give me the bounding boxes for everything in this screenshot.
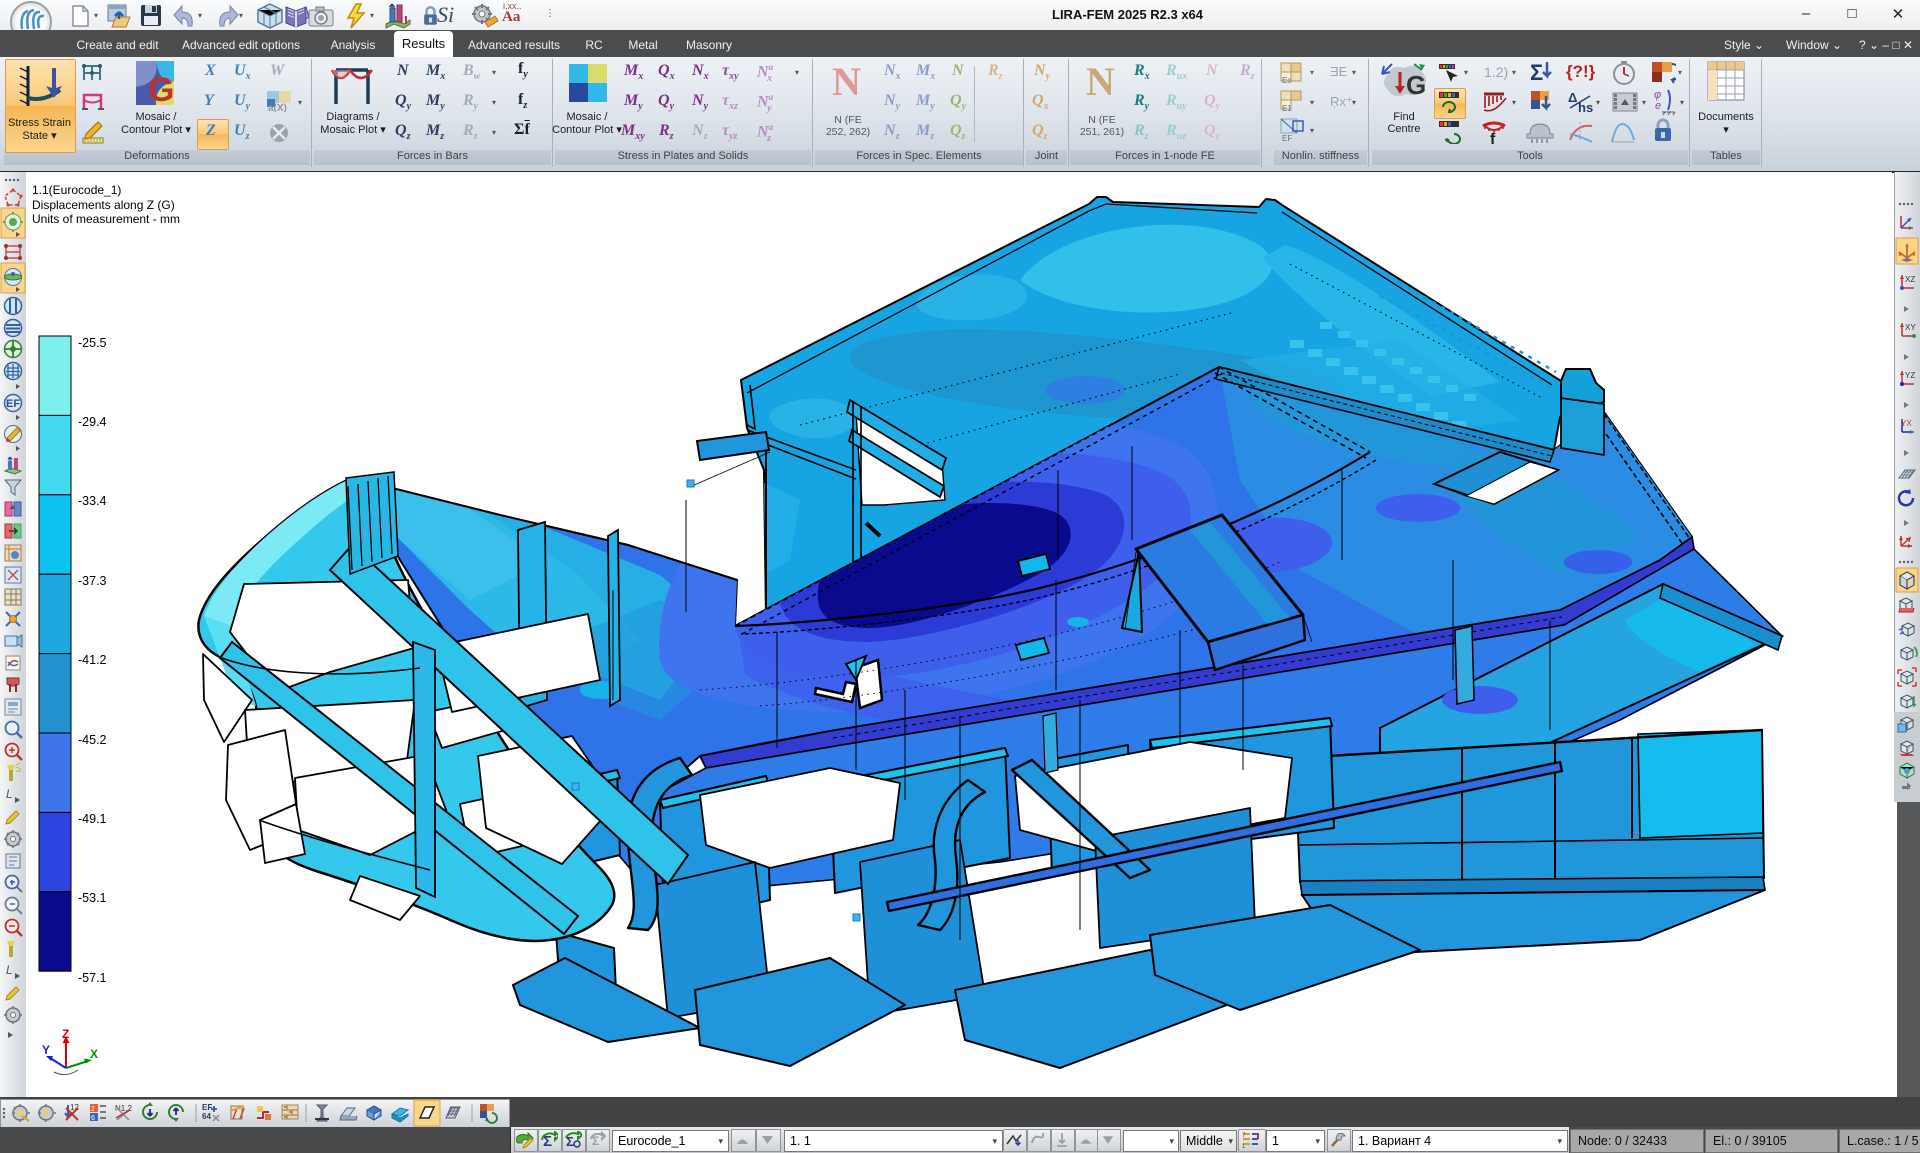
svg-text:-29.4: -29.4 <box>78 415 107 429</box>
svg-text:2: 2 <box>91 1106 95 1113</box>
svg-text:64: 64 <box>202 1112 211 1121</box>
svg-text:-25.5: -25.5 <box>78 336 107 350</box>
svg-text:EF: EF <box>6 398 20 410</box>
svg-text:G: G <box>148 71 174 107</box>
svg-text:e: e <box>1655 100 1661 112</box>
svg-text:-41.2: -41.2 <box>78 653 107 667</box>
svg-text:L: L <box>6 787 13 801</box>
svg-text:-33.4: -33.4 <box>78 494 107 508</box>
svg-text:E1: E1 <box>1282 104 1292 112</box>
svg-text:-49.1: -49.1 <box>78 812 107 826</box>
svg-text:XZ: XZ <box>1905 275 1915 284</box>
svg-text:Z: Z <box>62 1028 69 1041</box>
svg-text:-37.3: -37.3 <box>78 574 107 588</box>
svg-text:YX: YX <box>1901 419 1912 428</box>
svg-text:EF: EF <box>1282 134 1292 142</box>
svg-text:hs: hs <box>1578 100 1593 114</box>
svg-text:Δ: Δ <box>1568 90 1577 105</box>
svg-text:Σ: Σ <box>1530 60 1543 85</box>
svg-text:a(X): a(X) <box>268 103 287 112</box>
svg-text:L: L <box>6 963 13 977</box>
svg-text:XY: XY <box>1905 323 1916 332</box>
svg-text:-57.1: -57.1 <box>78 971 107 985</box>
svg-text:Eo: Eo <box>1282 76 1292 84</box>
svg-text:6: 6 <box>91 1115 95 1122</box>
svg-text:f: f <box>1490 131 1496 146</box>
svg-text:Y: Y <box>42 1043 50 1057</box>
svg-text:EF: EF <box>202 1103 212 1112</box>
svg-text:-45.2: -45.2 <box>78 733 107 747</box>
svg-text:X: X <box>90 1047 98 1061</box>
svg-text:YZ: YZ <box>1905 371 1915 380</box>
svg-text:G: G <box>1406 70 1426 100</box>
svg-text:-53.1: -53.1 <box>78 891 107 905</box>
